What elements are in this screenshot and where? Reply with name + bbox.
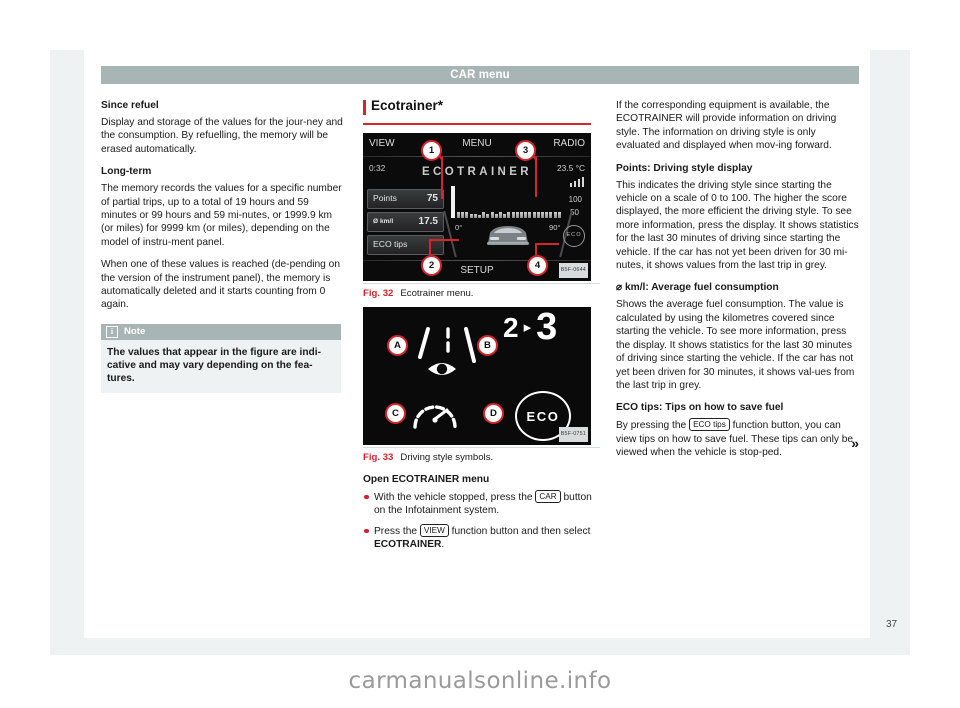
heading-avg-consumption: ⌀ km/l: Average fuel consumption xyxy=(616,282,779,294)
figure-32-number: Fig. 32 xyxy=(363,288,394,299)
figure-32: VIEW MENU RADIO 0:32 23.5 °C ECOTRAINER … xyxy=(363,133,600,300)
gear-shift-2-to-3-icon: 2 ▸ 3 xyxy=(503,306,558,349)
callout-A: A xyxy=(387,335,408,357)
screen-tab-row: VIEW MENU RADIO xyxy=(363,133,591,156)
eco-circle-text: ECO xyxy=(526,408,560,424)
leader-line-4-h xyxy=(535,243,559,245)
callout-3: 3 xyxy=(515,140,536,161)
heading-long-term: Long-term xyxy=(101,166,152,178)
leader-line-3-v xyxy=(535,157,537,197)
note-header: i Note xyxy=(101,323,341,340)
road-eye-icon xyxy=(418,327,476,376)
heading-points: Points: Driving style display xyxy=(616,162,753,174)
callout-2: 2 xyxy=(421,255,442,276)
callout-1: 1 xyxy=(421,140,442,161)
step-2-pre: Press the xyxy=(374,525,420,537)
callout-4: 4 xyxy=(527,255,548,276)
car-icon xyxy=(487,226,529,245)
paragraph-intro: If the corresponding equipment is availa… xyxy=(616,100,837,152)
gear-arrow-icon: ▸ xyxy=(523,319,532,337)
tile-points-value: 75 xyxy=(426,193,438,205)
signal-strength-icon xyxy=(570,177,584,187)
step-2: Press the VIEW function button and then … xyxy=(363,523,600,552)
step-2-tail: . xyxy=(441,539,445,551)
paragraph-long-term-2: When one of these values is reached (de-… xyxy=(101,259,340,311)
tab-view: VIEW xyxy=(369,138,395,149)
section-rule xyxy=(363,123,591,125)
callout-C: C xyxy=(385,403,406,425)
note-box: i Note The values that appear in the fig… xyxy=(101,323,341,394)
left-column: Since refuel Display and storage of the … xyxy=(101,99,344,394)
figure-33-image: A 2 ▸ 3 B C ECO D B5F-0751 xyxy=(363,306,591,446)
tile-points-label: Points xyxy=(373,193,397,204)
figure-33-number: Fig. 33 xyxy=(363,452,394,464)
heading-since-refuel: Since refuel xyxy=(101,100,159,111)
heading-open-ecotrainer-menu: Open ECOTRAINER menu xyxy=(363,473,490,485)
step-2-bold: ECOTRAINER xyxy=(374,539,442,551)
tab-radio: RADIO xyxy=(553,138,585,149)
paragraph-points: This indicates the driving style since s… xyxy=(616,179,859,272)
step-2-post: function button and then select xyxy=(448,525,591,537)
screen-clock: 0:32 xyxy=(369,163,386,173)
center-column: Ecotrainer* VIEW MENU RADIO 0:32 23.5 °C… xyxy=(363,99,600,557)
tile-points[interactable]: Points 75 xyxy=(367,189,444,209)
note-text: The values that appear in the figure are… xyxy=(107,346,321,385)
right-column: If the corresponding equipment is availa… xyxy=(616,99,859,469)
eco-tips-button-key[interactable]: ECO tips xyxy=(689,418,730,432)
page-header: CAR menu xyxy=(101,66,859,84)
callout-D: D xyxy=(483,403,504,425)
paragraph-long-term-1: The memory records the values for a spec… xyxy=(101,183,342,248)
step-1-pre: With the vehicle stopped, press the xyxy=(374,491,536,503)
figure-33-code: B5F-0751 xyxy=(558,427,588,443)
note-label: Note xyxy=(124,326,146,338)
speedometer-icon xyxy=(413,405,457,430)
eco-circle-icon: ECO xyxy=(563,225,585,247)
gear-from: 2 xyxy=(503,312,519,344)
watermark: carmanualsonline.info xyxy=(348,668,612,694)
car-button-key[interactable]: CAR xyxy=(535,489,561,503)
figure-33-caption: Fig. 33 Driving style symbols. xyxy=(363,447,600,464)
figure-32-caption: Fig. 32 Ecotrainer menu. xyxy=(363,283,600,300)
paragraph-eco-tips: By pressing the ECO tips function button… xyxy=(616,418,859,459)
figure-32-code: B5F-0644 xyxy=(558,262,588,278)
tab-menu: MENU xyxy=(462,138,492,149)
screen-temperature: 23.5 °C xyxy=(556,163,585,173)
gear-to: 3 xyxy=(536,306,558,349)
figure-32-image: VIEW MENU RADIO 0:32 23.5 °C ECOTRAINER … xyxy=(363,133,591,281)
section-title: Ecotrainer* xyxy=(371,98,444,113)
heading-eco-tips: ECO tips: Tips on how to save fuel xyxy=(616,402,784,414)
leader-line-2-h xyxy=(429,239,459,241)
screen-bottom-bar: SETUP xyxy=(363,261,591,281)
continuation-arrow: » xyxy=(851,435,859,452)
eco-tips-pre: By pressing the xyxy=(616,420,690,432)
info-icon: i xyxy=(106,325,118,338)
page-number: 37 xyxy=(886,619,898,630)
paragraph-avg-consumption: Shows the average fuel consumption. The … xyxy=(616,299,855,391)
callout-B: B xyxy=(477,335,498,357)
screen-top-divider xyxy=(363,156,591,157)
tab-setup: SETUP xyxy=(460,264,494,276)
figure-32-caption-text: Ecotrainer menu. xyxy=(400,288,474,299)
leader-line-1-v xyxy=(441,157,443,199)
open-menu-steps: With the vehicle stopped, press the CAR … xyxy=(363,489,600,552)
tile-eco-tips-label: ECO tips xyxy=(373,239,408,250)
road-graphic xyxy=(433,207,583,257)
scale-label-high: 100 xyxy=(568,195,582,204)
figure-33: A 2 ▸ 3 B C ECO D B5F-0751 Fig. 33 Drivi… xyxy=(363,307,600,464)
figure-33-caption-text: Driving style symbols. xyxy=(400,452,494,464)
section-title-wrap: Ecotrainer* xyxy=(363,98,600,116)
tile-avg-label: Ø km/l xyxy=(373,218,394,226)
paragraph-since-refuel: Display and storage of the values for th… xyxy=(101,117,343,155)
step-1: With the vehicle stopped, press the CAR … xyxy=(363,489,600,518)
screen-title: ECOTRAINER xyxy=(421,166,533,178)
view-button-key[interactable]: VIEW xyxy=(419,523,449,537)
lane-marker-left xyxy=(443,211,457,257)
